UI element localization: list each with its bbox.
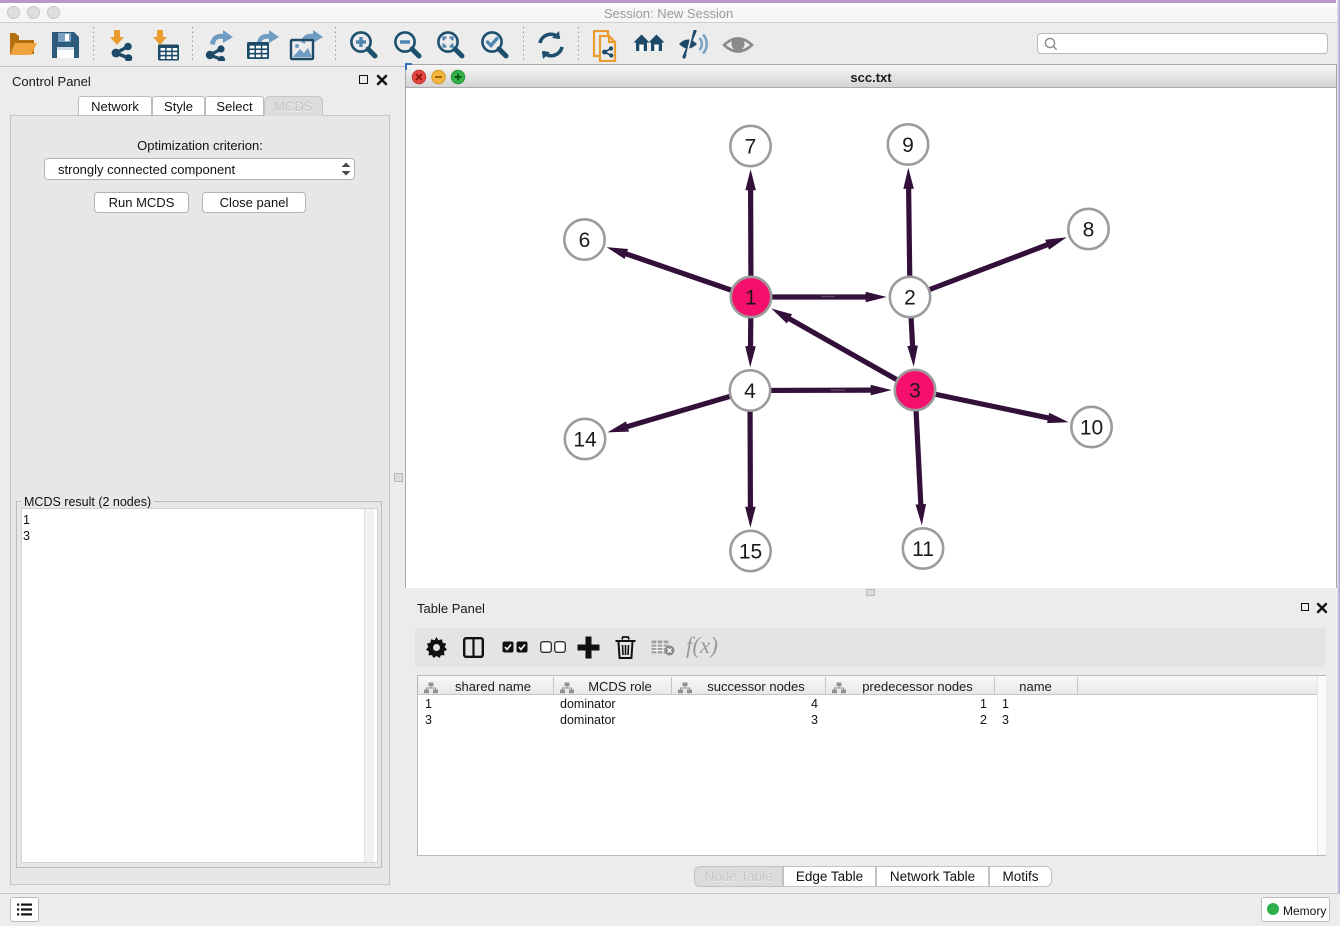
svg-text:7: 7 xyxy=(745,136,757,159)
svg-text:8: 8 xyxy=(1083,219,1095,242)
svg-text:9: 9 xyxy=(902,134,914,157)
svg-text:14: 14 xyxy=(573,429,597,452)
svg-text:10: 10 xyxy=(1080,417,1103,440)
svg-text:2: 2 xyxy=(904,287,916,310)
svg-text:3: 3 xyxy=(909,380,921,403)
svg-text:15: 15 xyxy=(739,541,762,564)
svg-text:6: 6 xyxy=(579,229,591,252)
svg-text:1: 1 xyxy=(745,287,757,310)
svg-text:4: 4 xyxy=(744,380,756,403)
svg-text:11: 11 xyxy=(912,538,934,561)
